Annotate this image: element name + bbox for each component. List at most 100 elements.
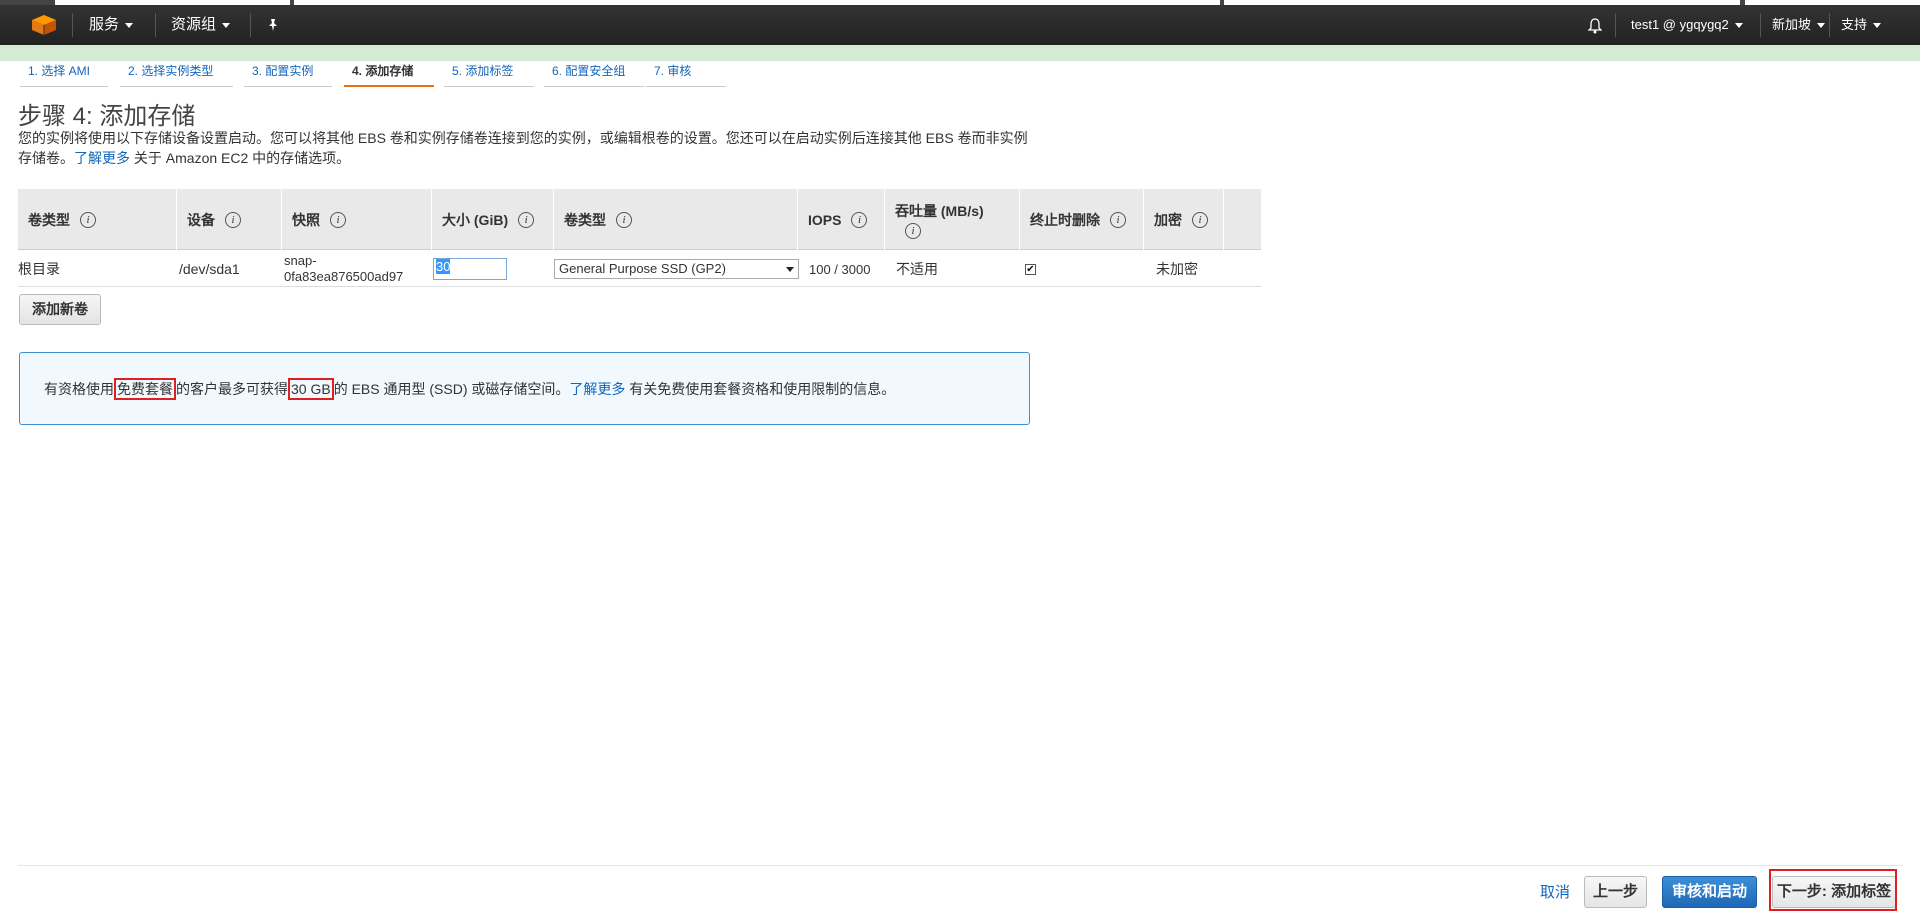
header-iops: IOPS i: [798, 189, 885, 250]
header-encrypted: 加密 i: [1144, 189, 1224, 250]
header-label: IOPS: [808, 211, 842, 228]
header-label: 快照: [292, 211, 320, 228]
account-menu[interactable]: test1 @ ygqygq2: [1631, 5, 1743, 45]
cell-volume-type: 根目录: [18, 261, 60, 277]
bell-icon: [1587, 17, 1603, 34]
top-navbar: 服务 资源组 test1 @ ygqygq2 新加坡 支持: [0, 5, 1920, 45]
previous-button[interactable]: 上一步: [1584, 876, 1647, 908]
pin-icon: [269, 19, 277, 32]
tab-add-tags[interactable]: 5. 添加标签: [444, 61, 534, 87]
info-icon[interactable]: i: [330, 211, 346, 228]
services-label: 服务: [89, 16, 120, 33]
nav-separator: [1760, 13, 1761, 37]
cell-size: 30: [433, 251, 507, 287]
volume-type-select[interactable]: General Purpose SSD (GP2): [554, 259, 799, 279]
services-menu[interactable]: 服务: [89, 5, 134, 45]
resource-groups-label: 资源组: [171, 16, 217, 33]
tab-instance-type[interactable]: 2. 选择实例类型: [120, 61, 233, 87]
page-description: 您的实例将使用以下存储设备设置启动。您可以将其他 EBS 卷和实例存储卷连接到您…: [18, 128, 1038, 168]
snapshot-id-part: snap-: [284, 253, 317, 268]
chevron-down-icon: [1817, 23, 1826, 29]
info-text: 的客户最多可获得: [176, 381, 288, 397]
tab-add-storage[interactable]: 4. 添加存储: [344, 61, 434, 87]
delete-on-termination-checkbox[interactable]: ✔: [1025, 263, 1036, 275]
header-snapshot: 快照 i: [282, 189, 432, 250]
amount-highlight: 30 GB: [288, 378, 334, 400]
header-label: 卷类型: [564, 211, 606, 228]
header-throughput: 吞吐量 (MB/s) i: [885, 189, 1020, 250]
free-tier-highlight: 免费套餐: [114, 378, 176, 400]
info-icon[interactable]: i: [851, 211, 868, 228]
info-text: 有关免费使用套餐资格和使用限制的信息。: [625, 381, 896, 397]
nav-separator: [155, 13, 156, 37]
description-text: 关于 Amazon EC2 中的存储选项。: [130, 150, 351, 166]
info-icon[interactable]: i: [905, 222, 921, 239]
header-label: 终止时删除: [1030, 211, 1100, 228]
cancel-link[interactable]: 取消: [1540, 881, 1570, 902]
tab-configure-instance[interactable]: 3. 配置实例: [244, 61, 332, 87]
header-label: 卷类型: [28, 211, 70, 228]
info-icon[interactable]: i: [1192, 211, 1208, 228]
chevron-down-icon: [222, 22, 231, 28]
region-menu[interactable]: 新加坡: [1772, 5, 1826, 45]
description-line: 您的实例将使用以下存储设备设置启动。您可以将其他 EBS 卷和实例存储卷连接到您…: [18, 130, 1028, 146]
add-new-volume-button[interactable]: 添加新卷: [19, 294, 101, 325]
cell-encrypted: 未加密: [1156, 261, 1198, 277]
nav-separator: [1615, 13, 1616, 37]
storage-table-header: 卷类型 i 设备 i 快照 i 大小 (GiB) i 卷类型 i IOPS i 吞吐量 (M…: [18, 189, 1261, 250]
size-value: 30: [436, 259, 451, 274]
description-line: 存储卷。了解更多 关于 Amazon EC2 中的存储选项。: [18, 148, 1038, 168]
tab-security-group[interactable]: 6. 配置安全组: [544, 61, 644, 87]
pin-button[interactable]: [266, 5, 280, 45]
header-label: 加密: [1154, 211, 1182, 228]
account-label: test1 @ ygqygq2: [1631, 17, 1729, 32]
review-and-launch-button[interactable]: 审核和启动: [1662, 876, 1757, 908]
header-label: 大小 (GiB): [442, 211, 509, 228]
region-label: 新加坡: [1772, 17, 1812, 32]
header-label: 设备: [187, 211, 215, 228]
notifications-button[interactable]: [1587, 5, 1603, 45]
cell-throughput: 不适用: [896, 261, 938, 277]
cell-snapshot: snap- 0fa83ea876500ad97: [284, 251, 403, 287]
cell-iops: 100 / 3000: [809, 261, 871, 277]
chevron-down-icon: [1734, 23, 1743, 29]
header-size: 大小 (GiB) i: [432, 189, 554, 250]
info-icon[interactable]: i: [225, 211, 241, 228]
volume-type-value: General Purpose SSD (GP2): [559, 261, 726, 276]
tab-review[interactable]: 7. 审核: [646, 61, 726, 87]
table-row: 根目录 /dev/sda1 snap- 0fa83ea876500ad97 30…: [18, 251, 1261, 287]
header-label: 吞吐量 (MB/s): [895, 202, 984, 219]
header-delete-on-termination: 终止时删除 i: [1020, 189, 1144, 250]
tab-choose-ami[interactable]: 1. 选择 AMI: [20, 61, 108, 87]
nav-separator: [250, 13, 251, 37]
support-label: 支持: [1841, 17, 1868, 32]
chevron-down-icon: [1873, 23, 1882, 29]
info-icon[interactable]: i: [616, 211, 632, 228]
info-text: 有资格使用: [44, 381, 114, 397]
info-icon[interactable]: i: [1110, 211, 1126, 228]
resource-groups-menu[interactable]: 资源组: [171, 5, 231, 45]
snapshot-id-part: 0fa83ea876500ad97: [284, 269, 404, 284]
header-volume-type: 卷类型 i: [18, 189, 177, 250]
info-icon[interactable]: i: [80, 211, 96, 228]
aws-cube-logo-icon[interactable]: [30, 14, 58, 36]
description-text: 存储卷。: [18, 150, 74, 166]
header-device: 设备 i: [177, 189, 282, 250]
next-button-highlight: [1769, 869, 1897, 911]
support-menu[interactable]: 支持: [1841, 5, 1882, 45]
info-icon[interactable]: i: [518, 211, 535, 228]
nav-separator: [1829, 13, 1830, 37]
size-input[interactable]: 30: [433, 258, 507, 280]
page-title: 步骤 4: 添加存储: [18, 103, 196, 130]
header-volume-kind: 卷类型 i: [554, 189, 798, 250]
nav-separator: [72, 13, 73, 37]
chevron-down-icon: [786, 267, 794, 272]
free-tier-info-box: 有资格使用 免费套餐 的客户最多可获得 30 GB 的 EBS 通用型 (SSD) 或磁…: [19, 352, 1030, 425]
chevron-down-icon: [125, 22, 134, 28]
notice-bar: [0, 45, 1920, 61]
footer-divider: [18, 865, 1903, 866]
cell-volume-kind: General Purpose SSD (GP2): [554, 251, 799, 287]
cell-device: /dev/sda1: [179, 261, 240, 277]
free-tier-learn-more-link[interactable]: 了解更多: [569, 381, 625, 397]
learn-more-link[interactable]: 了解更多: [74, 150, 130, 166]
